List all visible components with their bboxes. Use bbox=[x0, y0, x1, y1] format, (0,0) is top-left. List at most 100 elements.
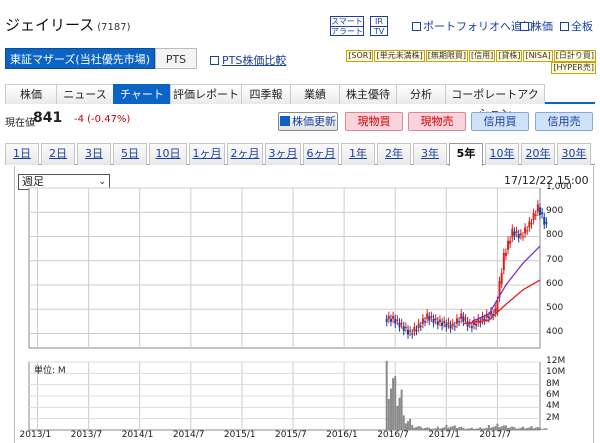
x-tick-label-1: 2013/7 bbox=[70, 430, 103, 440]
y-tick-label-1: 900 bbox=[546, 206, 564, 217]
volume-bar-16-2 bbox=[526, 427, 529, 430]
candle-body-3-1 bbox=[413, 326, 416, 332]
volume-bar-16-0 bbox=[521, 426, 524, 430]
candle-body-1-0 bbox=[394, 318, 397, 324]
volume-bar-1-2 bbox=[398, 397, 401, 430]
candle-body-8-2 bbox=[458, 321, 461, 323]
candle-body-6-3 bbox=[443, 320, 446, 324]
candle-body-8-3 bbox=[460, 313, 463, 319]
candle-body-14-2 bbox=[509, 240, 512, 244]
candle-body-17-2 bbox=[534, 214, 537, 216]
candle-body-6-1 bbox=[438, 319, 441, 322]
candle-body-18-3 bbox=[545, 221, 548, 224]
volume-bar-17-3 bbox=[536, 427, 539, 430]
volume-bar-0-2 bbox=[389, 388, 392, 430]
volume-bar-9-1 bbox=[464, 428, 467, 430]
volume-bar-15-3 bbox=[519, 427, 522, 430]
candle-body-9-2 bbox=[466, 321, 469, 327]
volume-bar-9-3 bbox=[468, 428, 471, 430]
candle-body-7-1 bbox=[447, 322, 450, 325]
x-tick-label-3: 2014/7 bbox=[172, 430, 205, 440]
candle-body-13-3 bbox=[502, 252, 505, 270]
candle-body-15-2 bbox=[517, 234, 520, 239]
candle-body-13-2 bbox=[500, 272, 503, 284]
candle-body-18-1 bbox=[541, 212, 544, 215]
volume-bar-18-2 bbox=[543, 428, 546, 430]
volume-bar-10-0 bbox=[470, 427, 473, 430]
x-tick-label-2: 2014/1 bbox=[121, 430, 154, 440]
candle-body-15-0 bbox=[513, 231, 516, 236]
volume-bar-10-1 bbox=[472, 428, 475, 430]
x-tick-label-4: 2015/1 bbox=[223, 430, 256, 440]
candle-body-2-1 bbox=[404, 326, 407, 328]
candle-body-8-0 bbox=[453, 326, 456, 328]
volume-bar-15-2 bbox=[517, 428, 520, 430]
vol-tick-label-5: 2M bbox=[546, 412, 560, 423]
candle-body-16-3 bbox=[528, 221, 531, 228]
volume-bar-0-3 bbox=[392, 378, 395, 430]
y-tick-label-2: 800 bbox=[546, 230, 564, 241]
candle-body-0-3 bbox=[392, 316, 395, 319]
candle-body-4-2 bbox=[424, 321, 427, 323]
candle-body-9-1 bbox=[464, 318, 467, 320]
candle-body-17-0 bbox=[530, 223, 533, 225]
candle-body-5-1 bbox=[430, 316, 433, 318]
volume-bar-1-0 bbox=[394, 376, 397, 430]
candle-body-3-3 bbox=[417, 323, 420, 328]
y-tick-label-3: 700 bbox=[546, 254, 564, 265]
candle-body-14-0 bbox=[504, 252, 507, 256]
page-root: { "header": { "company_name": "ジェイリース", … bbox=[0, 0, 600, 443]
volume-bar-16-1 bbox=[524, 428, 527, 430]
volume-bar-17-1 bbox=[532, 428, 535, 430]
candle-body-10-2 bbox=[475, 323, 478, 326]
volume-bar-4-1 bbox=[421, 428, 424, 430]
candle-body-3-2 bbox=[415, 329, 418, 331]
volume-bar-8-3 bbox=[460, 426, 463, 430]
volume-bar-15-1 bbox=[515, 428, 518, 430]
x-tick-label-5: 2015/7 bbox=[275, 430, 307, 440]
candle-body-8-1 bbox=[455, 318, 458, 324]
candle-body-4-1 bbox=[421, 318, 424, 324]
candle-body-0-2 bbox=[389, 318, 392, 322]
volume-bar-17-0 bbox=[530, 426, 533, 430]
candle-body-1-2 bbox=[398, 322, 401, 328]
volume-bar-15-0 bbox=[513, 427, 516, 430]
vol-tick-label-0: 12M bbox=[546, 356, 566, 366]
volume-bar-3-3 bbox=[417, 426, 420, 430]
candle-body-2-3 bbox=[409, 330, 412, 332]
volume-bar-4-2 bbox=[424, 427, 427, 430]
candle-body-15-3 bbox=[519, 233, 522, 236]
y-tick-label-6: 400 bbox=[546, 327, 564, 338]
volume-bar-14-3 bbox=[511, 426, 514, 430]
volume-bar-3-0 bbox=[411, 424, 414, 430]
x-tick-label-7: 2016/7 bbox=[377, 430, 409, 440]
candle-body-16-2 bbox=[526, 230, 529, 232]
volume-bar-10-2 bbox=[475, 428, 478, 430]
volume-bar-9-2 bbox=[466, 428, 469, 430]
candle-body-14-3 bbox=[511, 228, 514, 238]
y-tick-label-5: 500 bbox=[546, 303, 564, 314]
candle-body-16-1 bbox=[524, 227, 527, 234]
volume-bar-2-0 bbox=[402, 415, 405, 430]
vol-tick-label-4: 4M bbox=[546, 401, 560, 412]
candle-body-4-0 bbox=[419, 326, 422, 328]
candle-body-10-0 bbox=[470, 326, 473, 328]
volume-bar-3-2 bbox=[415, 426, 418, 430]
candle-body-12-0 bbox=[487, 316, 490, 319]
candle-body-2-2 bbox=[406, 329, 409, 335]
candle-body-13-0 bbox=[496, 300, 499, 312]
candle-body-7-3 bbox=[451, 323, 454, 326]
volume-bar-0-1 bbox=[387, 398, 390, 430]
volume-bar-2-3 bbox=[409, 418, 412, 430]
volume-bar-0-0 bbox=[385, 360, 388, 430]
volume-bar-1-1 bbox=[396, 405, 399, 430]
candle-body-2-0 bbox=[402, 326, 405, 331]
volume-bar-16-3 bbox=[528, 427, 531, 430]
candle-body-5-3 bbox=[434, 318, 437, 321]
x-tick-label-0: 2013/1 bbox=[19, 430, 52, 440]
candle-body-15-1 bbox=[515, 231, 518, 233]
candle-body-17-1 bbox=[532, 212, 535, 221]
volume-bar-17-2 bbox=[534, 427, 537, 430]
candle-body-16-0 bbox=[521, 236, 524, 238]
volume-bar-18-3 bbox=[545, 428, 548, 430]
